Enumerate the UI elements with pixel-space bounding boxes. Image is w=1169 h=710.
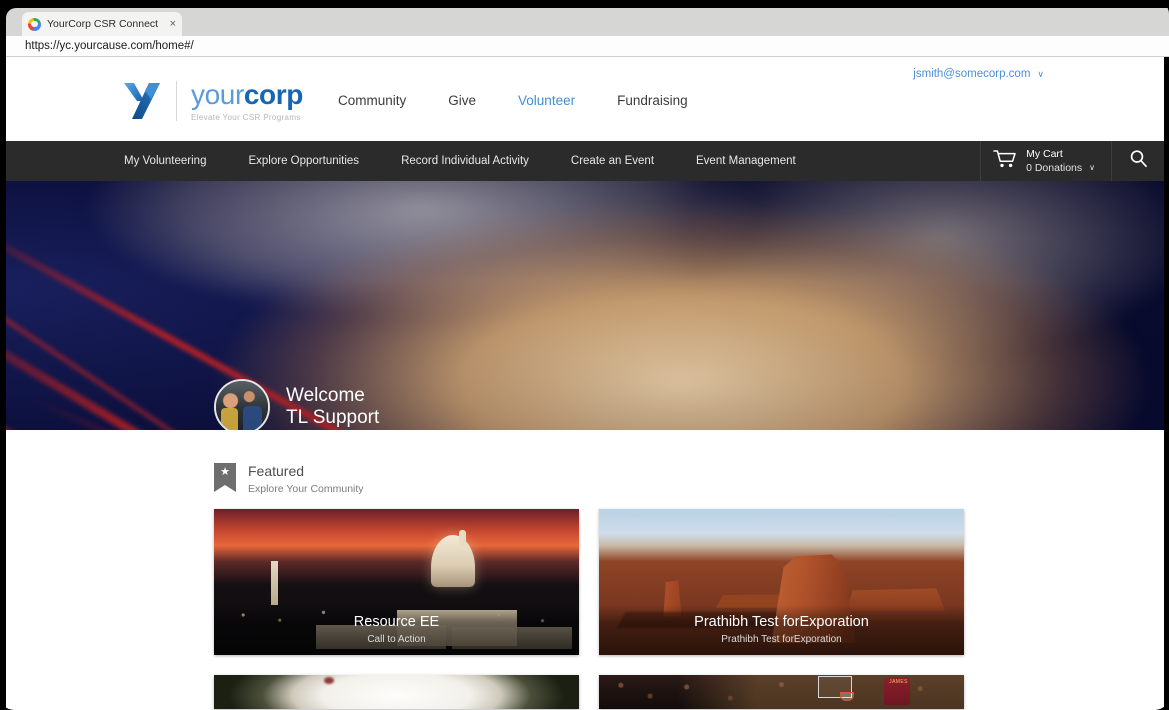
cart-button[interactable]: My Cart 0 Donations ∨ [980, 141, 1111, 181]
featured-card-title: Resource EE [353, 614, 440, 631]
featured-subtitle: Explore Your Community [248, 482, 364, 495]
user-avatar[interactable] [214, 379, 270, 430]
logo-tagline: Elevate Your CSR Programs [191, 112, 301, 122]
yourcorp-logo-icon [120, 79, 164, 123]
featured-card-subtitle: Prathibh Test forExporation [721, 633, 842, 645]
ribbon-star-icon: ★ [214, 463, 236, 492]
subnav-item-my-volunteering[interactable]: My Volunteering [124, 155, 206, 167]
cart-count: 0 Donations [1026, 162, 1083, 174]
hero-background-image [6, 181, 1164, 430]
featured-card[interactable]: JAMES [599, 674, 964, 709]
white-fluffy-animal-image [214, 674, 579, 709]
nav-item-fundraising[interactable]: Fundraising [617, 93, 688, 108]
address-bar[interactable]: https://yc.yourcause.com/home#/ [6, 36, 1169, 57]
search-button[interactable] [1111, 141, 1164, 181]
welcome-text: Welcome TL Support [286, 385, 379, 430]
cart-label: My Cart 0 Donations ∨ [1026, 147, 1095, 175]
star-glyph: ★ [220, 466, 230, 478]
search-icon [1129, 149, 1148, 173]
main-navigation: Community Give Volunteer Fundraising [338, 93, 688, 108]
logo-wordmark: yourcorp Elevate Your CSR Programs [191, 78, 303, 122]
account-menu[interactable]: jsmith@somecorp.com ∨ [913, 68, 1044, 80]
featured-card-caption: Resource EE Call to Action [214, 605, 579, 655]
sub-navigation-items: My Volunteering Explore Opportunities Re… [124, 155, 796, 167]
site-logo[interactable]: yourcorp Elevate Your CSR Programs [120, 79, 303, 123]
browser-window: YourCorp CSR Connect × https://yc.yourca… [0, 0, 1169, 710]
subnav-item-record-individual-activity[interactable]: Record Individual Activity [401, 155, 529, 167]
basketball-game-image: JAMES [599, 674, 964, 709]
featured-header: ★ Featured Explore Your Community [214, 463, 1164, 495]
featured-card-subtitle: Call to Action [367, 633, 426, 645]
subnav-item-create-an-event[interactable]: Create an Event [571, 155, 654, 167]
chevron-down-icon: ∨ [1089, 162, 1095, 172]
featured-card[interactable]: Resource EE Call to Action [214, 508, 579, 655]
cart-count-row: 0 Donations ∨ [1026, 161, 1095, 175]
featured-card[interactable]: Prathibh Test forExporation Prathibh Tes… [599, 508, 964, 655]
url-text: https://yc.yourcause.com/home#/ [25, 40, 194, 52]
nav-item-volunteer[interactable]: Volunteer [518, 93, 575, 108]
featured-title: Featured [248, 463, 305, 479]
featured-card-grid-partial: JAMES [214, 674, 1164, 709]
subnav-item-event-management[interactable]: Event Management [696, 155, 796, 167]
browser-tab[interactable]: YourCorp CSR Connect × [22, 12, 182, 36]
browser-tab-strip: YourCorp CSR Connect × [6, 8, 1169, 36]
featured-header-text: Featured Explore Your Community [248, 463, 364, 495]
welcome-username: TL Support [286, 407, 380, 428]
featured-card[interactable] [214, 674, 579, 709]
logo-brand-bold: corp [243, 78, 303, 110]
nav-item-give[interactable]: Give [448, 93, 476, 108]
featured-section: ★ Featured Explore Your Community Resour… [6, 430, 1164, 709]
featured-card-title: Prathibh Test forExporation [694, 614, 869, 631]
sub-navigation-bar: My Volunteering Explore Opportunities Re… [6, 141, 1164, 181]
cart-title: My Cart [1026, 147, 1063, 160]
subnav-item-explore-opportunities[interactable]: Explore Opportunities [248, 155, 359, 167]
logo-brand-light: your [191, 78, 244, 110]
sub-navigation-right: My Cart 0 Donations ∨ [980, 141, 1164, 181]
hero-banner: Welcome TL Support SCHEDULED TO PROCESS … [6, 181, 1164, 430]
welcome-block: Welcome TL Support [214, 379, 379, 430]
page-viewport: jsmith@somecorp.com ∨ yourcorp Elevate Y… [6, 57, 1164, 710]
featured-card-grid: Resource EE Call to Action Prathibh Test… [214, 508, 1164, 655]
browser-tab-title: YourCorp CSR Connect [47, 18, 159, 30]
nav-item-community[interactable]: Community [338, 93, 406, 108]
account-email: jsmith@somecorp.com [913, 68, 1031, 80]
shopping-cart-icon [993, 149, 1017, 174]
loading-spinner-icon [28, 17, 41, 31]
logo-divider [176, 81, 177, 121]
welcome-greeting: Welcome [286, 384, 365, 406]
close-icon[interactable]: × [170, 18, 176, 30]
chevron-down-icon: ∨ [1037, 68, 1044, 79]
site-header: jsmith@somecorp.com ∨ yourcorp Elevate Y… [6, 57, 1164, 141]
featured-card-caption: Prathibh Test forExporation Prathibh Tes… [599, 605, 964, 655]
